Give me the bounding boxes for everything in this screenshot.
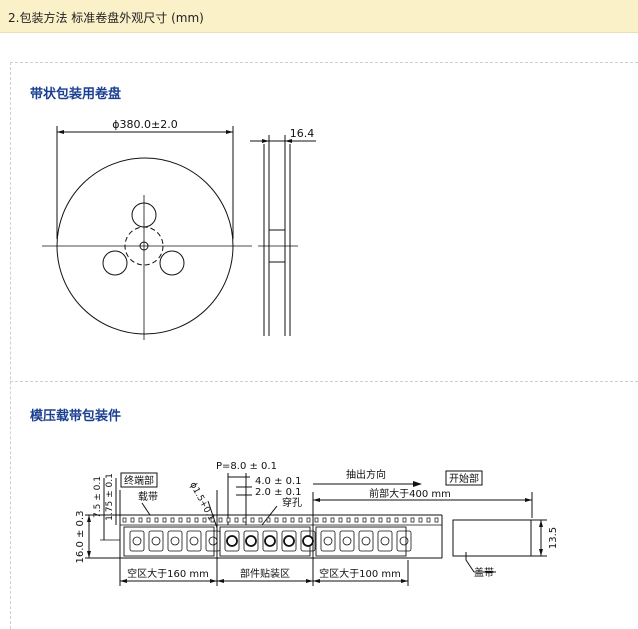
sprocket-hole	[322, 517, 327, 523]
tape-pocket	[377, 530, 393, 552]
sprocket-hole	[234, 517, 239, 523]
hole-offset-label: 2.0 ± 0.1	[255, 487, 302, 498]
sprocket-hole	[362, 517, 367, 523]
carrier-tape-label: 载带	[138, 491, 158, 503]
start-part-label: 开始部	[449, 472, 479, 485]
leader-length-label: 前部大于400 mm	[369, 487, 451, 500]
sprocket-hole	[154, 517, 159, 523]
hole-diameter-label: ϕ1.5+0.1	[187, 481, 216, 523]
sprocket-hole	[306, 517, 311, 523]
sprocket-hole	[258, 517, 263, 523]
tape-pocket	[205, 530, 221, 552]
sprocket-hole	[194, 517, 199, 523]
sprocket-pitch-label: 4.0 ± 0.1	[255, 476, 302, 487]
mounted-component	[283, 535, 295, 547]
arrow-right-icon	[210, 579, 217, 583]
arrow-left-icon	[120, 579, 127, 583]
sprocket-hole	[370, 517, 375, 523]
sprocket-hole	[122, 517, 127, 523]
sprocket-hole	[418, 517, 423, 523]
mounted-component	[245, 535, 257, 547]
arrow-up-icon	[87, 515, 91, 522]
perforation-label: 穿孔	[282, 496, 302, 509]
tape-pattern	[122, 517, 439, 557]
sprocket-hole	[394, 517, 399, 523]
pull-direction-label: 抽出方向	[346, 468, 386, 481]
sprocket-hole	[178, 517, 183, 523]
sprocket-hole	[354, 517, 359, 523]
mounted-component	[302, 535, 314, 547]
sprocket-hole	[346, 517, 351, 523]
mounted-area-label: 部件贴装区	[240, 567, 290, 580]
carrier-tape-leader	[141, 502, 151, 516]
end-part-label: 终端部	[124, 474, 154, 487]
carrier-tape-drawing: 终端部 开始部 载带 P=8.0 ± 0.1 4.0 ± 0.1 2.0 ± 0…	[75, 461, 559, 586]
arrow-right-icon	[401, 579, 408, 583]
sprocket-hole	[162, 517, 167, 523]
arrow-right-icon	[306, 579, 313, 583]
dim-1-75-label: 1.75 ± 0.1	[105, 473, 115, 521]
sprocket-hole	[386, 517, 391, 523]
cover-tape-piece	[452, 519, 532, 557]
tape-pocket	[186, 530, 202, 552]
sprocket-hole	[402, 517, 407, 523]
sprocket-hole	[290, 517, 295, 523]
sprocket-hole	[226, 517, 231, 523]
sprocket-hole	[250, 517, 255, 523]
sprocket-hole	[338, 517, 343, 523]
empty-pocket	[342, 536, 352, 546]
empty-160-label: 空区大于160 mm	[127, 567, 209, 580]
tape-pocket	[339, 530, 355, 552]
empty-100-label: 空区大于100 mm	[319, 567, 401, 580]
tape-pocket	[320, 530, 336, 552]
mounted-component	[264, 535, 276, 547]
sprocket-hole	[266, 517, 271, 523]
dim-7-5-label: 7.5 ± 0.1	[93, 476, 103, 518]
arrow-up-icon	[539, 520, 543, 527]
sprocket-hole	[218, 517, 223, 523]
cover-tape-leader	[465, 552, 475, 573]
sprocket-hole	[186, 517, 191, 523]
arrow-left-icon	[217, 579, 224, 583]
arrow-down-icon	[539, 549, 543, 556]
tape-pocket	[167, 530, 183, 552]
sprocket-hole	[138, 517, 143, 523]
cover-tape-label: 盖带	[474, 566, 494, 579]
pitch-label: P=8.0 ± 0.1	[216, 461, 277, 472]
sprocket-hole	[298, 517, 303, 523]
sprocket-hole	[426, 517, 431, 523]
tape-pocket	[129, 530, 145, 552]
empty-pocket	[208, 536, 218, 546]
empty-pocket	[189, 536, 199, 546]
sprocket-hole	[146, 517, 151, 523]
tape-pocket	[148, 530, 164, 552]
arrow-right-icon	[413, 481, 422, 487]
empty-pocket	[132, 536, 142, 546]
sprocket-hole	[410, 517, 415, 523]
sprocket-hole	[242, 517, 247, 523]
sprocket-hole	[170, 517, 175, 523]
tape-width-label: 16.0 ± 0.3	[75, 511, 86, 564]
sprocket-hole	[434, 517, 439, 523]
arrow-right-icon	[525, 498, 532, 502]
cover-width-label: 13.5	[548, 527, 559, 549]
sprocket-hole	[274, 517, 279, 523]
empty-pocket	[399, 536, 409, 546]
sprocket-hole	[130, 517, 135, 523]
arrow-down-icon	[87, 551, 91, 558]
sprocket-hole	[378, 517, 383, 523]
empty-pocket	[170, 536, 180, 546]
sprocket-hole	[314, 517, 319, 523]
tape-pocket	[358, 530, 374, 552]
empty-pocket	[151, 536, 161, 546]
mounted-component	[226, 535, 238, 547]
empty-pocket	[323, 536, 333, 546]
sprocket-hole	[330, 517, 335, 523]
sprocket-hole	[282, 517, 287, 523]
empty-pocket	[361, 536, 371, 546]
empty-pocket	[380, 536, 390, 546]
arrow-left-icon	[313, 498, 320, 502]
tape-pocket	[396, 530, 412, 552]
